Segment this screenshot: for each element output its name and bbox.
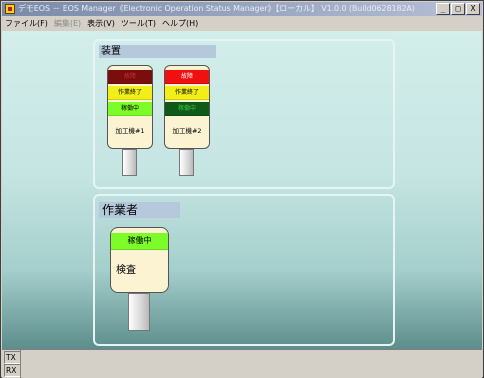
machine-name: 加工機#2 — [172, 127, 202, 135]
devices-panel-title: 装置 — [99, 45, 216, 58]
status-divider — [20, 350, 21, 378]
close-button[interactable]: X — [466, 3, 480, 15]
machine-tower-1[interactable]: 故障 作業終了 稼働中 加工機#1 — [107, 65, 153, 177]
status-board: 装置 故障 作業終了 稼働中 加工機#1 故障 作業終了 稼働中 加工機#2 作… — [2, 31, 482, 349]
window-title: デモEOS － EOS Manager《Electronic Operation… — [18, 4, 415, 13]
lamp-running: 稼働中 — [108, 102, 152, 116]
menu-edit[interactable]: 編集(E) — [51, 17, 84, 30]
menu-bar: ファイル(F) 編集(E) 表示(V) ツール(T) ヘルプ(H) — [2, 17, 482, 30]
tower-pole — [122, 149, 137, 176]
menu-view[interactable]: 表示(V) — [84, 17, 118, 30]
lamp-running: 稼働中 — [111, 233, 168, 250]
lamp-fault: 故障 — [108, 70, 152, 84]
app-icon[interactable] — [5, 4, 15, 14]
tx-indicator: TX — [4, 351, 21, 364]
tower-pole — [179, 149, 194, 176]
status-bar: TX RX — [2, 349, 482, 378]
worker-name: 検査 — [116, 265, 136, 276]
menu-help[interactable]: ヘルプ(H) — [159, 17, 201, 30]
app-window: デモEOS － EOS Manager《Electronic Operation… — [0, 0, 484, 378]
lamp-stack: 稼働中 検査 — [110, 227, 169, 293]
workers-panel-title: 作業者 — [99, 202, 180, 218]
lamp-stack: 故障 作業終了 稼働中 加工機#1 — [107, 65, 153, 149]
lamp-running: 稼働中 — [165, 102, 209, 116]
title-bar[interactable]: デモEOS － EOS Manager《Electronic Operation… — [2, 2, 482, 16]
minimize-button[interactable]: _ — [436, 3, 450, 15]
lamp-finished: 作業終了 — [108, 86, 152, 100]
worker-tower-1[interactable]: 稼働中 検査 — [110, 227, 169, 331]
workers-panel: 作業者 稼働中 検査 — [93, 194, 395, 346]
machine-tower-2[interactable]: 故障 作業終了 稼働中 加工機#2 — [164, 65, 210, 177]
window-controls: _ □ X — [435, 3, 480, 15]
lamp-finished: 作業終了 — [165, 86, 209, 100]
machine-name: 加工機#1 — [115, 127, 145, 135]
menu-file[interactable]: ファイル(F) — [2, 17, 51, 30]
rx-indicator: RX — [4, 364, 21, 377]
lamp-fault: 故障 — [165, 70, 209, 84]
maximize-button[interactable]: □ — [451, 3, 465, 15]
tower-pole — [128, 293, 150, 331]
devices-panel: 装置 故障 作業終了 稼働中 加工機#1 故障 作業終了 稼働中 加工機#2 — [93, 39, 395, 189]
menu-tools[interactable]: ツール(T) — [118, 17, 159, 30]
lamp-stack: 故障 作業終了 稼働中 加工機#2 — [164, 65, 210, 149]
